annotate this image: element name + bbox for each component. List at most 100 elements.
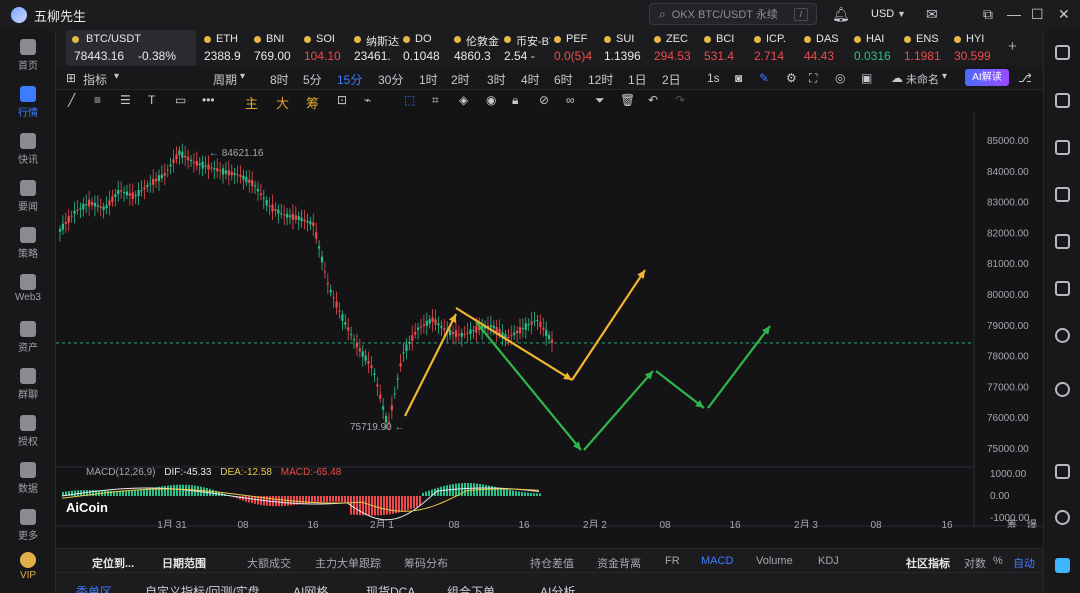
bottom-tab-3[interactable]: 主力大单跟踪 <box>315 555 381 571</box>
notes-icon[interactable] <box>1055 93 1070 108</box>
window-restore-icon[interactable]: ⧉ <box>983 6 993 23</box>
ticker-14[interactable]: HAI 0.0316 <box>854 30 896 66</box>
ticker-1[interactable]: ETH 2388.9 <box>204 30 246 66</box>
assistant-bot-icon[interactable] <box>1055 558 1070 573</box>
interval-9[interactable]: 12时 <box>588 71 613 88</box>
lock-icon[interactable]: 🔒︎ <box>512 93 518 108</box>
hline-tool-icon[interactable]: ≡ <box>94 93 101 107</box>
indicator-icon[interactable]: ⊞ <box>66 71 76 85</box>
sidebar-item-2[interactable]: 快讯 <box>0 133 56 166</box>
big-order-toggle[interactable]: 大 <box>276 93 289 112</box>
ticker-0[interactable]: BTC/USDT 78443.16 -0.38% <box>66 30 196 66</box>
image-chart-icon[interactable] <box>1055 234 1070 249</box>
panel-tab-3[interactable]: 现货DCA <box>366 583 415 593</box>
bottom-tab-14[interactable]: 自动 <box>1013 555 1035 571</box>
paint-icon[interactable]: ◈ <box>459 93 468 107</box>
ticker-15[interactable]: ENS 1.1981 <box>904 30 946 66</box>
interval-4[interactable]: 1时 <box>419 71 438 88</box>
interval-1[interactable]: 5分 <box>303 71 322 88</box>
ticker-2[interactable]: BNI 769.00 <box>254 30 296 66</box>
trash-icon[interactable]: 🗑︎ <box>620 93 635 107</box>
bottom-tab-7[interactable]: FR <box>665 555 680 567</box>
interval-5[interactable]: 2时 <box>451 71 470 88</box>
interval-7[interactable]: 4时 <box>521 71 540 88</box>
bottom-tab-4[interactable]: 筹码分布 <box>404 555 448 571</box>
chart-area[interactable]: 85000.00 84000.00 83000.00 82000.00 81000.00… <box>56 112 1043 528</box>
ticker-7[interactable]: 币安-BT2.54 - <box>504 30 550 66</box>
fullscreen-icon[interactable]: ⛶ <box>809 71 817 86</box>
sidebar-item-0[interactable]: 首页 <box>0 39 56 72</box>
hex-icon[interactable] <box>1055 328 1070 343</box>
refresh-icon[interactable] <box>1055 382 1070 397</box>
panel-tab-4[interactable]: 组合下单 <box>447 583 495 593</box>
interval-6[interactable]: 3时 <box>487 71 506 88</box>
cloud-icon[interactable]: ☁ <box>891 71 903 85</box>
camera-icon[interactable]: ◙ <box>735 71 742 85</box>
bar-stats-icon[interactable] <box>1055 187 1070 202</box>
line-tool-icon[interactable]: ╱ <box>68 93 75 107</box>
bottom-tab-6[interactable]: 资金背离 <box>597 555 641 571</box>
rect-tool-icon[interactable]: ▭ <box>175 93 186 107</box>
chip-toggle[interactable]: 筹 <box>306 93 319 112</box>
bottom-tab-5[interactable]: 持仓差值 <box>530 555 574 571</box>
interval-0[interactable]: 8时 <box>270 71 289 88</box>
link-icon[interactable]: ∞ <box>566 93 575 107</box>
close-icon[interactable]: ✕ <box>1058 6 1070 23</box>
interval-2[interactable]: 15分 <box>337 71 362 88</box>
minimize-icon[interactable]: — <box>1007 6 1021 22</box>
sidebar-item-3[interactable]: 要闻 <box>0 180 56 213</box>
pencil-icon[interactable]: ✎ <box>759 71 769 85</box>
sidebar-item-10[interactable]: 更多 <box>0 509 56 542</box>
redo-icon[interactable]: ↷ <box>675 93 685 107</box>
sidebar-item-7[interactable]: 群聊 <box>0 368 56 401</box>
mail-icon[interactable]: ✉ <box>926 6 938 23</box>
dollar-icon[interactable] <box>1055 140 1070 155</box>
ticker-9[interactable]: SUI 1.1396 <box>604 30 646 66</box>
headset-icon[interactable] <box>1055 510 1070 525</box>
bell-icon[interactable]: 🔔︎ <box>832 6 850 23</box>
interval-12[interactable]: 1s <box>707 71 720 85</box>
sidebar-item-8[interactable]: 授权 <box>0 415 56 448</box>
ticker-16[interactable]: HYI 30.599 <box>954 30 996 66</box>
panel-tab-5[interactable]: AI分析 <box>540 583 575 593</box>
sidebar-item-6[interactable]: 资产 <box>0 321 56 354</box>
eye-tool-icon[interactable]: ◉ <box>486 93 496 107</box>
brush-icon[interactable]: ⌁ <box>364 93 371 107</box>
history-icon[interactable] <box>1055 281 1070 296</box>
main-chart-toggle[interactable]: 主 <box>245 93 258 112</box>
ai-interpret-button[interactable]: AI解读 <box>965 69 1009 86</box>
cursor-tool-icon[interactable]: ⬚ <box>404 93 415 107</box>
ticker-8[interactable]: PEF 0.0(5)4 <box>554 30 596 66</box>
settings-icon[interactable]: ⚙ <box>786 71 797 85</box>
text-tool-icon[interactable]: T <box>148 93 155 107</box>
ticker-3[interactable]: SOI 104.10 <box>304 30 346 66</box>
bottom-tab-9[interactable]: Volume <box>756 555 793 567</box>
hide-icon[interactable]: ⊘ <box>539 93 549 107</box>
maximize-icon[interactable]: ☐ <box>1031 6 1044 23</box>
panel-tab-1[interactable]: 自定义指标/回测/实盘 <box>145 583 260 593</box>
sidebar-item-5[interactable]: Web3 <box>0 274 56 303</box>
bottom-tab-8[interactable]: MACD <box>701 555 733 567</box>
channel-tool-icon[interactable]: ☰ <box>120 93 131 107</box>
sidebar-item-1[interactable]: 行情 <box>0 86 56 119</box>
bottom-tab-1[interactable]: 日期范围 <box>162 555 206 571</box>
panel-icon[interactable] <box>1055 464 1070 479</box>
more-tools-icon[interactable]: ••• <box>202 93 215 107</box>
ticker-5[interactable]: DO 0.1048 <box>403 30 445 66</box>
orderbook-icon[interactable] <box>1055 45 1070 60</box>
bottom-tab-0[interactable]: 定位到... <box>92 555 134 571</box>
share-icon[interactable]: ⎇ <box>1018 71 1032 85</box>
interval-10[interactable]: 1日 <box>628 71 647 88</box>
sidebar-item-9[interactable]: 数据 <box>0 462 56 495</box>
ticker-11[interactable]: BCI 531.4 <box>704 30 746 66</box>
filter-icon[interactable]: ⏷ <box>595 93 605 108</box>
bottom-tab-12[interactable]: 对数 <box>964 555 986 571</box>
ticker-4[interactable]: 纳斯达克23461. <box>354 30 400 66</box>
bottom-tab-10[interactable]: KDJ <box>818 555 839 567</box>
sidebar-item-11[interactable]: VIP <box>0 552 56 581</box>
search-box[interactable]: ⌕ OKX BTC/USDT 永续 / <box>649 3 817 25</box>
layout-icon[interactable]: ▣ <box>861 71 872 85</box>
undo-icon[interactable]: ↶ <box>648 93 658 107</box>
panel-tab-0[interactable]: 委单区 <box>76 583 112 593</box>
period-button[interactable]: 周期 <box>213 71 237 88</box>
